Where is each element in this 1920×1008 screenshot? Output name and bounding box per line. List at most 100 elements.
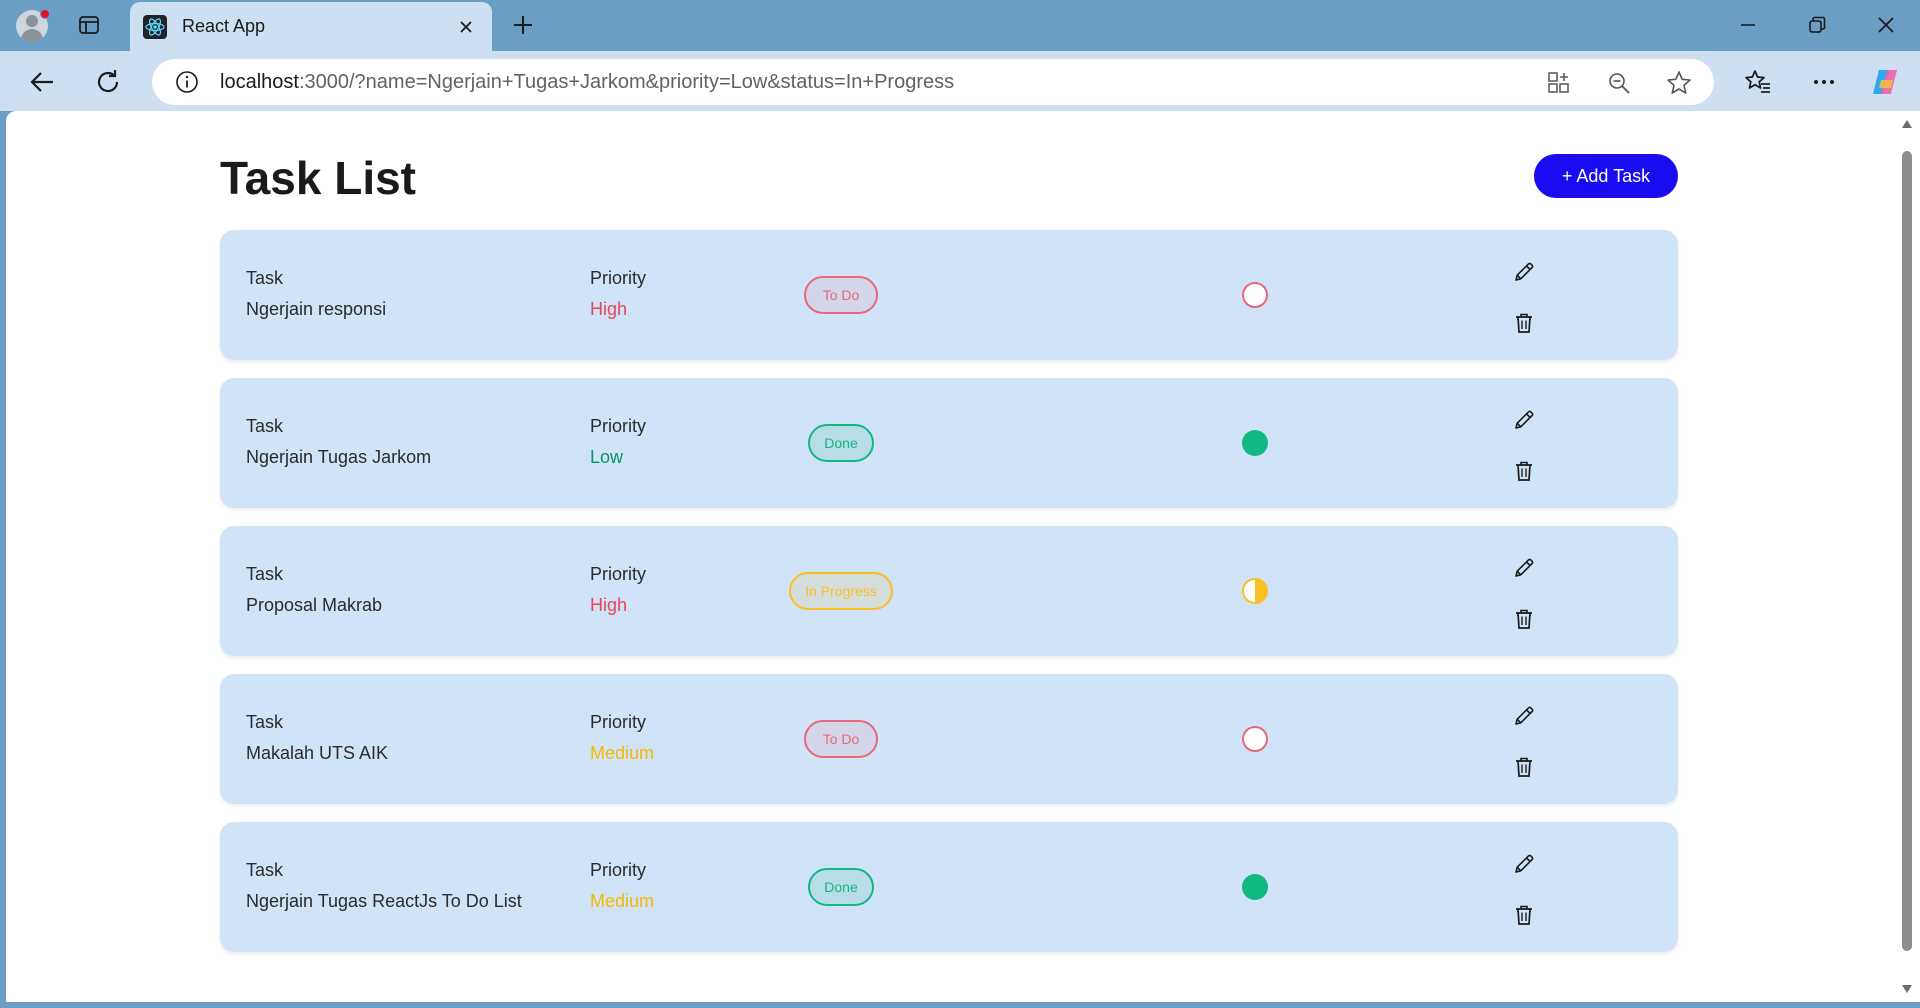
task-name: Ngerjain Tugas Jarkom — [246, 447, 432, 467]
task-card: Task Ngerjain responsi Priority High To … — [220, 230, 1678, 360]
priority-value: Medium — [590, 743, 655, 763]
more-options-button[interactable] — [1807, 65, 1841, 99]
scrollbar-thumb[interactable] — [1902, 151, 1912, 951]
status-badge: In Progress — [789, 572, 893, 610]
restore-icon — [1809, 16, 1826, 33]
scroll-down-arrow-icon[interactable] — [1900, 982, 1914, 996]
zoom-button[interactable] — [1605, 69, 1633, 97]
trash-icon — [1516, 609, 1532, 629]
favorite-button[interactable] — [1665, 69, 1693, 97]
more-icon — [1814, 80, 1834, 84]
tab-close-button[interactable] — [452, 13, 480, 41]
new-tab-button[interactable] — [508, 10, 538, 40]
tab-actions-icon — [79, 16, 99, 34]
task-column-label: Task — [246, 564, 284, 584]
tab-actions-button[interactable] — [76, 12, 102, 38]
edit-task-button[interactable] — [1510, 554, 1538, 582]
status-indicator-icon — [1242, 874, 1268, 900]
priority-value: Medium — [590, 891, 655, 911]
url-text[interactable]: localhost:3000/?name=Ngerjain+Tugas+Jark… — [220, 71, 954, 94]
close-icon — [1878, 17, 1894, 33]
status-indicator-icon — [1242, 726, 1268, 752]
priority-column-label: Priority — [590, 268, 647, 288]
delete-task-button[interactable] — [1511, 754, 1537, 780]
site-info-icon[interactable] — [174, 69, 200, 95]
status-indicator-icon — [1242, 578, 1268, 604]
task-card: Task Makalah UTS AIK Priority Medium To … — [220, 674, 1678, 804]
browser-tab-active[interactable]: React App — [130, 2, 492, 51]
edit-task-button[interactable] — [1510, 406, 1538, 434]
url-host: localhost — [220, 70, 299, 93]
task-card: Task Proposal Makrab Priority High In Pr… — [220, 526, 1678, 656]
pencil-icon — [1515, 706, 1534, 725]
task-column-label: Task — [246, 860, 284, 880]
status-indicator-icon — [1242, 430, 1268, 456]
window-close-button[interactable] — [1871, 10, 1901, 40]
task-list: Task Ngerjain responsi Priority High To … — [220, 230, 1678, 970]
delete-task-button[interactable] — [1511, 310, 1537, 336]
address-bar[interactable]: localhost:3000/?name=Ngerjain+Tugas+Jark… — [152, 59, 1714, 105]
task-card: Task Ngerjain Tugas Jarkom Priority Low … — [220, 378, 1678, 508]
trash-icon — [1516, 905, 1532, 925]
edit-task-button[interactable] — [1510, 850, 1538, 878]
app-available-button[interactable] — [1545, 69, 1573, 97]
react-logo-icon — [142, 14, 168, 40]
back-button[interactable] — [25, 65, 59, 99]
browser-toolbar: localhost:3000/?name=Ngerjain+Tugas+Jark… — [0, 51, 1920, 111]
priority-value: High — [590, 299, 628, 319]
vertical-scrollbar[interactable] — [1894, 111, 1920, 1002]
pencil-icon — [1515, 558, 1534, 577]
apps-icon — [1548, 72, 1569, 93]
task-name: Ngerjain Tugas ReactJs To Do List — [246, 891, 522, 911]
scroll-up-arrow-icon[interactable] — [1900, 117, 1914, 131]
star-icon — [1667, 71, 1691, 94]
plus-icon — [514, 16, 532, 34]
task-column-label: Task — [246, 416, 284, 436]
close-icon — [460, 20, 472, 33]
zoom-out-icon — [1609, 73, 1630, 94]
trash-icon — [1516, 461, 1532, 481]
status-badge: Done — [808, 868, 874, 906]
arrow-left-icon — [30, 72, 53, 92]
task-name: Makalah UTS AIK — [246, 743, 389, 763]
trash-icon — [1516, 757, 1532, 777]
favorites-list-icon — [1745, 70, 1770, 93]
pencil-icon — [1515, 262, 1534, 281]
priority-column-label: Priority — [590, 860, 647, 880]
refresh-button[interactable] — [91, 65, 125, 99]
pencil-icon — [1515, 410, 1534, 429]
copilot-button[interactable] — [1868, 65, 1902, 99]
priority-value: High — [590, 595, 628, 615]
task-column-label: Task — [246, 268, 284, 288]
trash-icon — [1516, 313, 1532, 333]
page-viewport: Task List + Add Task Task Ngerjain respo… — [6, 111, 1894, 1002]
add-task-button[interactable]: + Add Task — [1534, 154, 1678, 198]
priority-column-label: Priority — [590, 416, 647, 436]
delete-task-button[interactable] — [1511, 458, 1537, 484]
browser-titlebar: React App — [0, 0, 1920, 51]
minimize-button[interactable] — [1733, 10, 1763, 40]
edit-task-button[interactable] — [1510, 258, 1538, 286]
minimize-icon — [1741, 24, 1755, 26]
refresh-icon — [97, 70, 119, 93]
restore-button[interactable] — [1802, 10, 1832, 40]
edit-task-button[interactable] — [1510, 702, 1538, 730]
task-name: Proposal Makrab — [246, 595, 383, 615]
status-badge: Done — [808, 424, 874, 462]
page-title: Task List — [220, 152, 416, 204]
favorites-button[interactable] — [1741, 65, 1775, 99]
status-badge: To Do — [804, 720, 878, 758]
delete-task-button[interactable] — [1511, 606, 1537, 632]
url-path: :3000/?name=Ngerjain+Tugas+Jarkom&priori… — [298, 70, 955, 93]
notification-dot-icon — [40, 9, 50, 19]
task-column-label: Task — [246, 712, 284, 732]
task-card: Task Ngerjain Tugas ReactJs To Do List P… — [220, 822, 1678, 952]
priority-column-label: Priority — [590, 712, 647, 732]
copilot-icon — [1873, 70, 1897, 94]
delete-task-button[interactable] — [1511, 902, 1537, 928]
status-indicator-icon — [1242, 282, 1268, 308]
priority-column-label: Priority — [590, 564, 647, 584]
tab-title: React App — [182, 16, 266, 36]
pencil-icon — [1515, 854, 1534, 873]
window-bottom-edge — [0, 1002, 1920, 1008]
